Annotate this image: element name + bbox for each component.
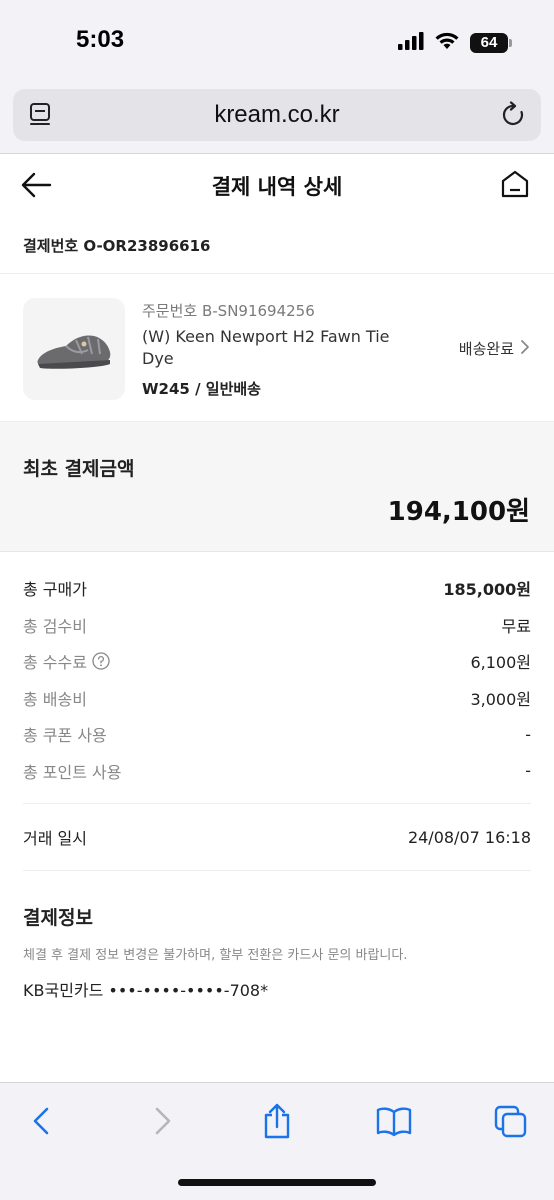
- home-indicator: [178, 1179, 376, 1186]
- breakdown-row-point: 총 포인트 사용 -: [23, 753, 531, 790]
- status-bar: 5:03 64: [0, 0, 554, 82]
- breakdown-row-fee: 총 수수료 6,100원: [23, 643, 531, 680]
- sandal-image: [37, 335, 111, 369]
- payment-info-note: 체결 후 결제 정보 변경은 불가하며, 할부 전환은 카드사 문의 바랍니다.: [23, 948, 408, 963]
- breakdown-row-shipping: 총 배송비 3,000원: [23, 680, 531, 717]
- breakdown-value: -: [525, 724, 531, 744]
- first-payment-section: 최초 결제금액 194,100원: [0, 422, 554, 552]
- browser-url-area: kream.co.kr: [0, 82, 554, 154]
- browser-back-icon[interactable]: [30, 1103, 54, 1143]
- breakdown-label: 총 검수비: [23, 616, 87, 636]
- breakdown-row-coupon: 총 쿠폰 사용 -: [23, 716, 531, 753]
- help-question-icon[interactable]: [92, 652, 110, 670]
- first-payment-label: 최초 결제금액: [23, 458, 135, 480]
- payment-number: 결제번호 O-OR23896616: [0, 218, 554, 274]
- home-icon[interactable]: [500, 169, 530, 203]
- status-icons: 64: [398, 31, 512, 54]
- share-icon[interactable]: [262, 1103, 292, 1143]
- cellular-signal-icon: [398, 31, 424, 54]
- transaction-datetime-row: 거래 일시 24/08/07 16:18: [0, 804, 554, 870]
- breakdown-label: 총 쿠폰 사용: [23, 726, 107, 746]
- page-title: 결제 내역 상세: [211, 175, 343, 199]
- battery-icon: 64: [470, 32, 512, 53]
- breakdown-label: 총 수수료: [23, 653, 87, 673]
- breakdown-label-wrap: 총 수수료: [23, 649, 110, 673]
- back-arrow-icon[interactable]: [20, 171, 52, 203]
- breakdown-label: 총 구매가: [23, 580, 87, 600]
- delivery-status-label: 배송완료: [458, 340, 514, 358]
- tabs-icon[interactable]: [494, 1103, 528, 1143]
- payment-info-title: 결제정보: [23, 907, 93, 929]
- product-item[interactable]: 주문번호 B-SN91694256 (W) Keen Newport H2 Fa…: [0, 274, 554, 422]
- product-name: (W) Keen Newport H2 Fawn Tie Dye: [142, 327, 390, 368]
- wifi-icon: [434, 31, 460, 54]
- url-bar[interactable]: kream.co.kr: [13, 89, 541, 141]
- status-time: 5:03: [76, 26, 125, 53]
- breakdown-row-inspection: 총 검수비 무료: [23, 607, 531, 644]
- page-header: 결제 내역 상세: [0, 154, 554, 218]
- delivery-status[interactable]: 배송완료: [459, 338, 530, 359]
- transaction-label: 거래 일시: [23, 829, 87, 848]
- transaction-value: 24/08/07 16:18: [407, 827, 531, 847]
- first-payment-amount: 194,100원: [387, 497, 530, 527]
- order-number: 주문번호 B-SN91694256: [142, 302, 315, 320]
- breakdown-value: 185,000원: [443, 580, 531, 600]
- breakdown-value: -: [525, 761, 531, 781]
- bookmarks-icon[interactable]: [376, 1103, 412, 1143]
- product-thumbnail: [23, 298, 125, 400]
- reload-icon[interactable]: [501, 101, 527, 133]
- page-menu-icon[interactable]: [29, 102, 53, 132]
- url-text[interactable]: kream.co.kr: [214, 101, 339, 129]
- payment-card-info: KB국민카드 •••-••••-••••-708*: [23, 981, 269, 1000]
- product-option: W245 / 일반배송: [142, 380, 261, 398]
- breakdown-value: 무료: [501, 616, 531, 636]
- breakdown-value: 6,100원: [470, 653, 531, 673]
- payment-info-section: 결제정보 체결 후 결제 정보 변경은 불가하며, 할부 전환은 카드사 문의 …: [0, 871, 554, 1001]
- breakdown-label: 총 배송비: [23, 689, 87, 709]
- breakdown-label: 총 포인트 사용: [23, 762, 122, 782]
- breakdown-row-purchase: 총 구매가 185,000원: [23, 570, 531, 607]
- browser-forward-icon[interactable]: [150, 1103, 174, 1143]
- breakdown-value: 3,000원: [470, 689, 531, 709]
- chevron-right-icon: [520, 339, 530, 359]
- price-breakdown: 총 구매가 185,000원 총 검수비 무료 총 수수료 6,100원 총 배…: [0, 552, 554, 789]
